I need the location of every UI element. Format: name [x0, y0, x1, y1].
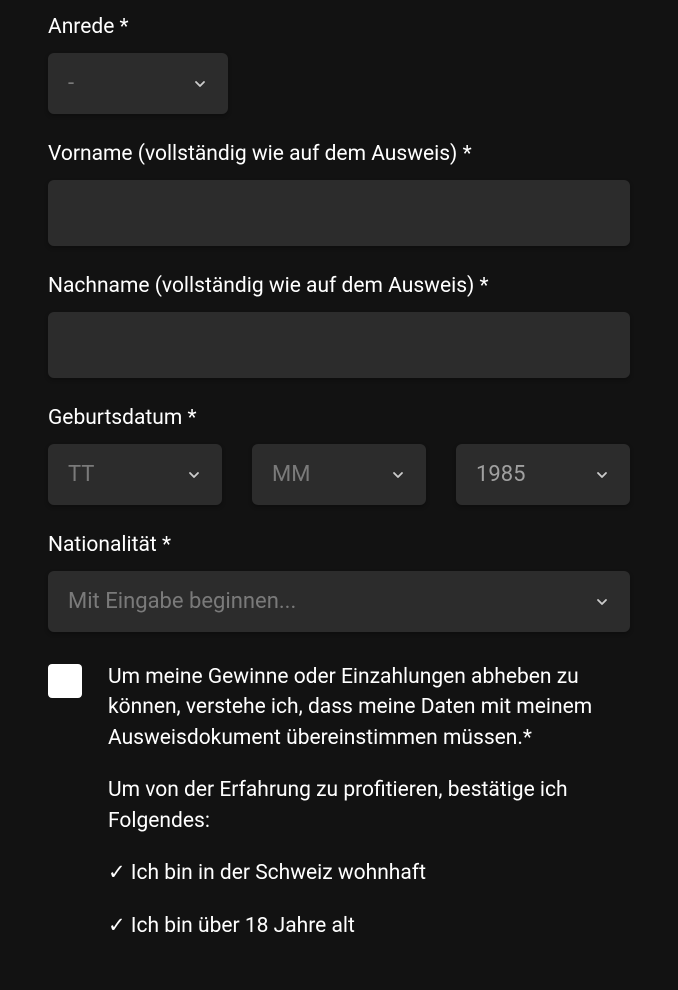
nationality-select[interactable]: Mit Eingabe beginnen... [48, 571, 630, 632]
birthdate-field: Geburtsdatum * TT MM 1985 [48, 406, 630, 505]
confirm-intro: Um von der Erfahrung zu profitieren, bes… [108, 775, 630, 836]
nationality-placeholder: Mit Eingabe beginnen... [68, 589, 296, 614]
chevron-down-icon [186, 467, 202, 483]
birthdate-year-select[interactable]: 1985 [456, 444, 630, 505]
consent-text: Um meine Gewinne oder Einzahlungen abheb… [108, 662, 630, 753]
birthdate-label: Geburtsdatum * [48, 406, 630, 430]
lastname-field: Nachname (vollständig wie auf dem Auswei… [48, 274, 630, 378]
salutation-select[interactable]: - [48, 53, 228, 114]
birthdate-day-select[interactable]: TT [48, 444, 222, 505]
confirm-item: ✓ Ich bin in der Schweiz wohnhaft [108, 858, 630, 888]
firstname-field: Vorname (vollständig wie auf dem Ausweis… [48, 142, 630, 246]
confirm-item: ✓ Ich bin über 18 Jahre alt [108, 911, 630, 941]
chevron-down-icon [390, 467, 406, 483]
consent-checkbox[interactable] [48, 664, 82, 698]
salutation-label: Anrede * [48, 15, 630, 39]
nationality-field: Nationalität * Mit Eingabe beginnen... [48, 533, 630, 632]
firstname-input[interactable] [48, 180, 630, 246]
salutation-field: Anrede * - [48, 15, 630, 114]
consent-row: Um meine Gewinne oder Einzahlungen abheb… [48, 662, 630, 753]
birthdate-day-value: TT [68, 462, 94, 487]
birthdate-month-select[interactable]: MM [252, 444, 426, 505]
lastname-label: Nachname (vollständig wie auf dem Auswei… [48, 274, 630, 298]
firstname-label: Vorname (vollständig wie auf dem Ausweis… [48, 142, 630, 166]
birthdate-month-value: MM [272, 462, 310, 487]
confirm-block: Um von der Erfahrung zu profitieren, bes… [108, 775, 630, 941]
salutation-value: - [68, 71, 74, 96]
nationality-label: Nationalität * [48, 533, 630, 557]
chevron-down-icon [594, 594, 610, 610]
birthdate-row: TT MM 1985 [48, 444, 630, 505]
birthdate-year-value: 1985 [476, 462, 525, 487]
chevron-down-icon [192, 76, 208, 92]
chevron-down-icon [594, 467, 610, 483]
lastname-input[interactable] [48, 312, 630, 378]
